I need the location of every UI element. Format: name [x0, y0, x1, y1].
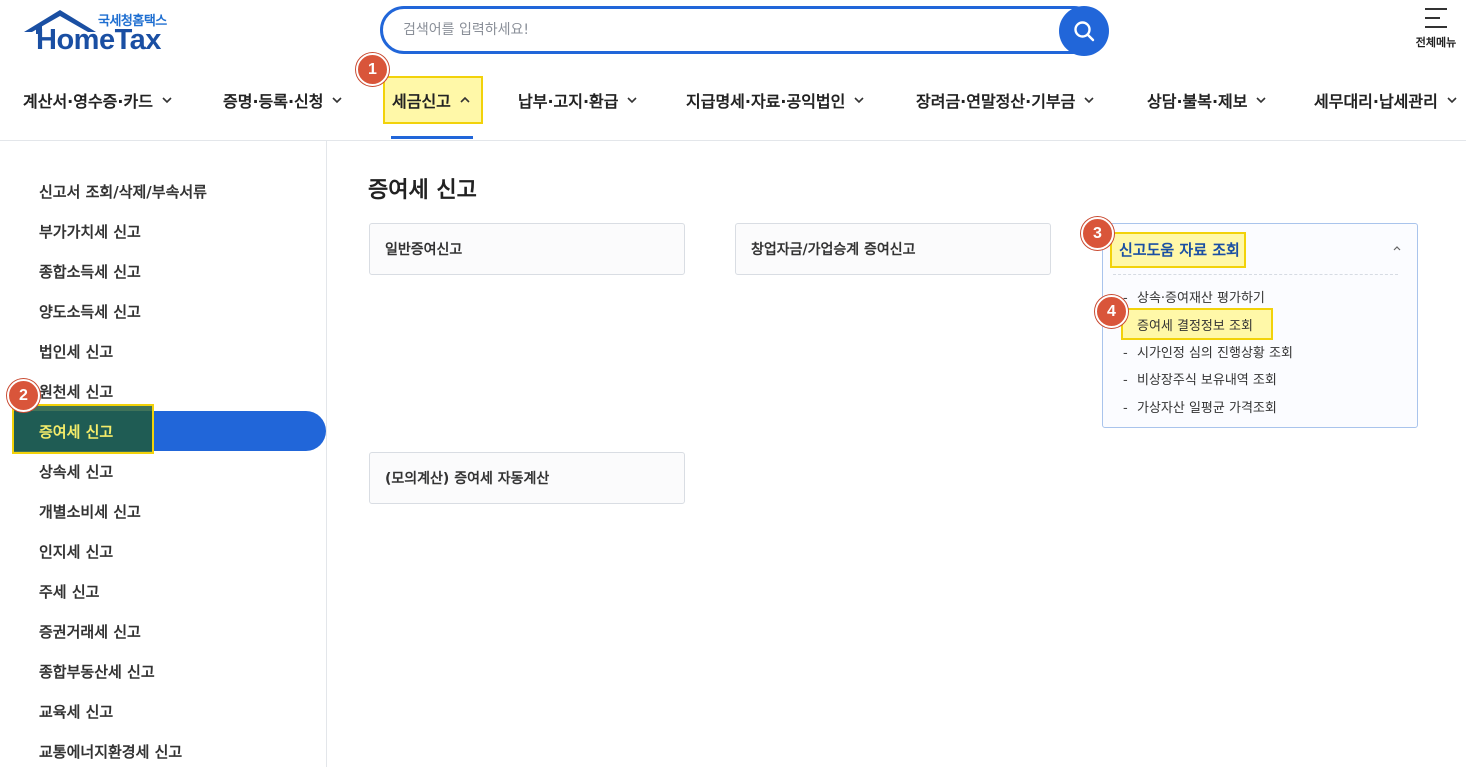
page-title: 증여세 신고 — [368, 178, 477, 203]
bullet-dash: - — [1123, 346, 1128, 361]
card-divider — [1113, 274, 1398, 275]
chevron-down-icon — [854, 97, 864, 104]
sidebar-item-income-tax[interactable]: 종합소득세 신고 — [39, 261, 141, 282]
gnb-item-label: 장려금·연말정산·기부금 — [916, 92, 1076, 111]
all-menu-label: 전체메뉴 — [1415, 36, 1457, 49]
submenu-label: 가상자산 일평균 가격조회 — [1137, 401, 1277, 416]
gnb-item-consulting[interactable]: 상담·불복·제보 — [1147, 76, 1267, 124]
submenu-item-virtual-asset-price[interactable]: - 가상자산 일평균 가격조회 — [1123, 397, 1277, 416]
submenu-label: 시가인정 심의 진행상황 조회 — [1137, 346, 1293, 361]
sidebar-item-report-inquiry[interactable]: 신고서 조회/삭제/부속서류 — [39, 181, 207, 202]
chevron-up-icon[interactable] — [1391, 242, 1403, 254]
submenu-item-unlisted-stock[interactable]: - 비상장주식 보유내역 조회 — [1123, 369, 1277, 388]
chevron-down-icon — [1084, 97, 1094, 104]
sidebar-item-withholding-tax[interactable]: 원천세 신고 — [39, 381, 113, 402]
gnb-item-label: 계산서·영수증·카드 — [23, 92, 153, 111]
bullet-dash: - — [1123, 373, 1128, 388]
submenu-label: 증여세 결정정보 조회 — [1137, 319, 1253, 334]
chevron-down-icon — [162, 97, 172, 104]
gnb-active-underline — [391, 136, 473, 139]
search-button[interactable] — [1059, 6, 1109, 56]
sidebar-item-property-tax[interactable]: 종합부동산세 신고 — [39, 661, 155, 682]
search-box — [380, 6, 1098, 54]
gnb-item-label: 세금신고 — [392, 92, 451, 111]
submenu-label: 비상장주식 보유내역 조회 — [1137, 373, 1277, 388]
step-badge-4: 4 — [1095, 295, 1128, 328]
gnb-item-agency[interactable]: 세무대리·납세관리 — [1314, 76, 1458, 124]
hometax-logo[interactable]: 국세청홈택스 HomeTax — [22, 8, 182, 58]
sidebar-item-gift-tax[interactable]: 증여세 신고 — [39, 421, 113, 442]
bullet-dash: - — [1123, 401, 1128, 416]
main-navigation: 계산서·영수증·카드 증명·등록·신청 세금신고 납부·고지·환급 지급명세·자… — [0, 76, 1466, 139]
submenu-label: 상속·증여재산 평가하기 — [1137, 291, 1265, 306]
sidebar-item-education-tax[interactable]: 교육세 신고 — [39, 701, 113, 722]
chevron-up-icon — [460, 96, 470, 103]
gnb-item-certificates[interactable]: 증명·등록·신청 — [223, 76, 343, 124]
gnb-item-label: 세무대리·납세관리 — [1314, 92, 1438, 111]
gnb-item-payment[interactable]: 납부·고지·환급 — [518, 76, 638, 124]
hamburger-icon — [1425, 8, 1447, 28]
logo-title: HomeTax — [36, 24, 161, 56]
step-badge-2: 2 — [7, 379, 40, 412]
submenu-item-market-value-review[interactable]: - 시가인정 심의 진행상황 조회 — [1123, 342, 1293, 361]
sidebar-item-securities-tax[interactable]: 증권거래세 신고 — [39, 621, 141, 642]
all-menu-button[interactable]: 전체메뉴 — [1408, 6, 1464, 50]
chevron-down-icon — [627, 97, 638, 104]
sidebar-item-vat[interactable]: 부가가치세 신고 — [39, 221, 141, 242]
search-icon — [1074, 21, 1095, 42]
card-label: (모의계산) 증여세 자동계산 — [385, 471, 550, 487]
sidebar-item-excise-tax[interactable]: 개별소비세 신고 — [39, 501, 141, 522]
sidebar-item-inheritance-tax[interactable]: 상속세 신고 — [39, 461, 113, 482]
gnb-item-statements[interactable]: 지급명세·자료·공익법인 — [686, 76, 865, 124]
chevron-down-icon — [1256, 97, 1267, 104]
sidebar: 신고서 조회/삭제/부속서류 부가가치세 신고 종합소득세 신고 양도소득세 신… — [0, 141, 327, 767]
submenu-item-gift-decision-info[interactable]: 증여세 결정정보 조회 — [1123, 315, 1253, 334]
gnb-item-label: 지급명세·자료·공익법인 — [686, 92, 846, 111]
card-label: 일반증여신고 — [385, 242, 463, 258]
card-mock-calculation[interactable]: (모의계산) 증여세 자동계산 — [369, 452, 685, 504]
search-input[interactable] — [383, 9, 1095, 51]
gnb-item-incentives[interactable]: 장려금·연말정산·기부금 — [916, 76, 1095, 124]
chevron-down-icon — [332, 97, 343, 104]
gnb-item-label: 상담·불복·제보 — [1147, 92, 1248, 111]
sidebar-item-energy-tax[interactable]: 교통에너지환경세 신고 — [39, 741, 182, 762]
sidebar-item-corporate-tax[interactable]: 법인세 신고 — [39, 341, 113, 362]
gnb-item-label: 증명·등록·신청 — [223, 92, 324, 111]
card-title[interactable]: 신고도움 자료 조회 — [1119, 239, 1240, 260]
gnb-item-tax-filing[interactable]: 세금신고 — [392, 76, 471, 124]
card-startup-fund-report[interactable]: 창업자금/가업승계 증여신고 — [735, 223, 1051, 275]
step-badge-1: 1 — [356, 53, 389, 86]
step-badge-3: 3 — [1081, 217, 1114, 250]
sidebar-item-transfer-tax[interactable]: 양도소득세 신고 — [39, 301, 141, 322]
card-general-gift-report[interactable]: 일반증여신고 — [369, 223, 685, 275]
gnb-item-label: 납부·고지·환급 — [518, 92, 619, 111]
chevron-down-icon — [1447, 97, 1457, 104]
gnb-item-invoices[interactable]: 계산서·영수증·카드 — [23, 76, 173, 124]
card-reference-data: 신고도움 자료 조회 - 상속·증여재산 평가하기 증여세 결정정보 조회 - 시가… — [1102, 223, 1418, 428]
card-label: 창업자금/가업승계 증여신고 — [751, 242, 916, 258]
submenu-item-evaluate-property[interactable]: - 상속·증여재산 평가하기 — [1123, 287, 1265, 306]
sidebar-item-stamp-tax[interactable]: 인지세 신고 — [39, 541, 113, 562]
sidebar-item-liquor-tax[interactable]: 주세 신고 — [39, 581, 99, 602]
